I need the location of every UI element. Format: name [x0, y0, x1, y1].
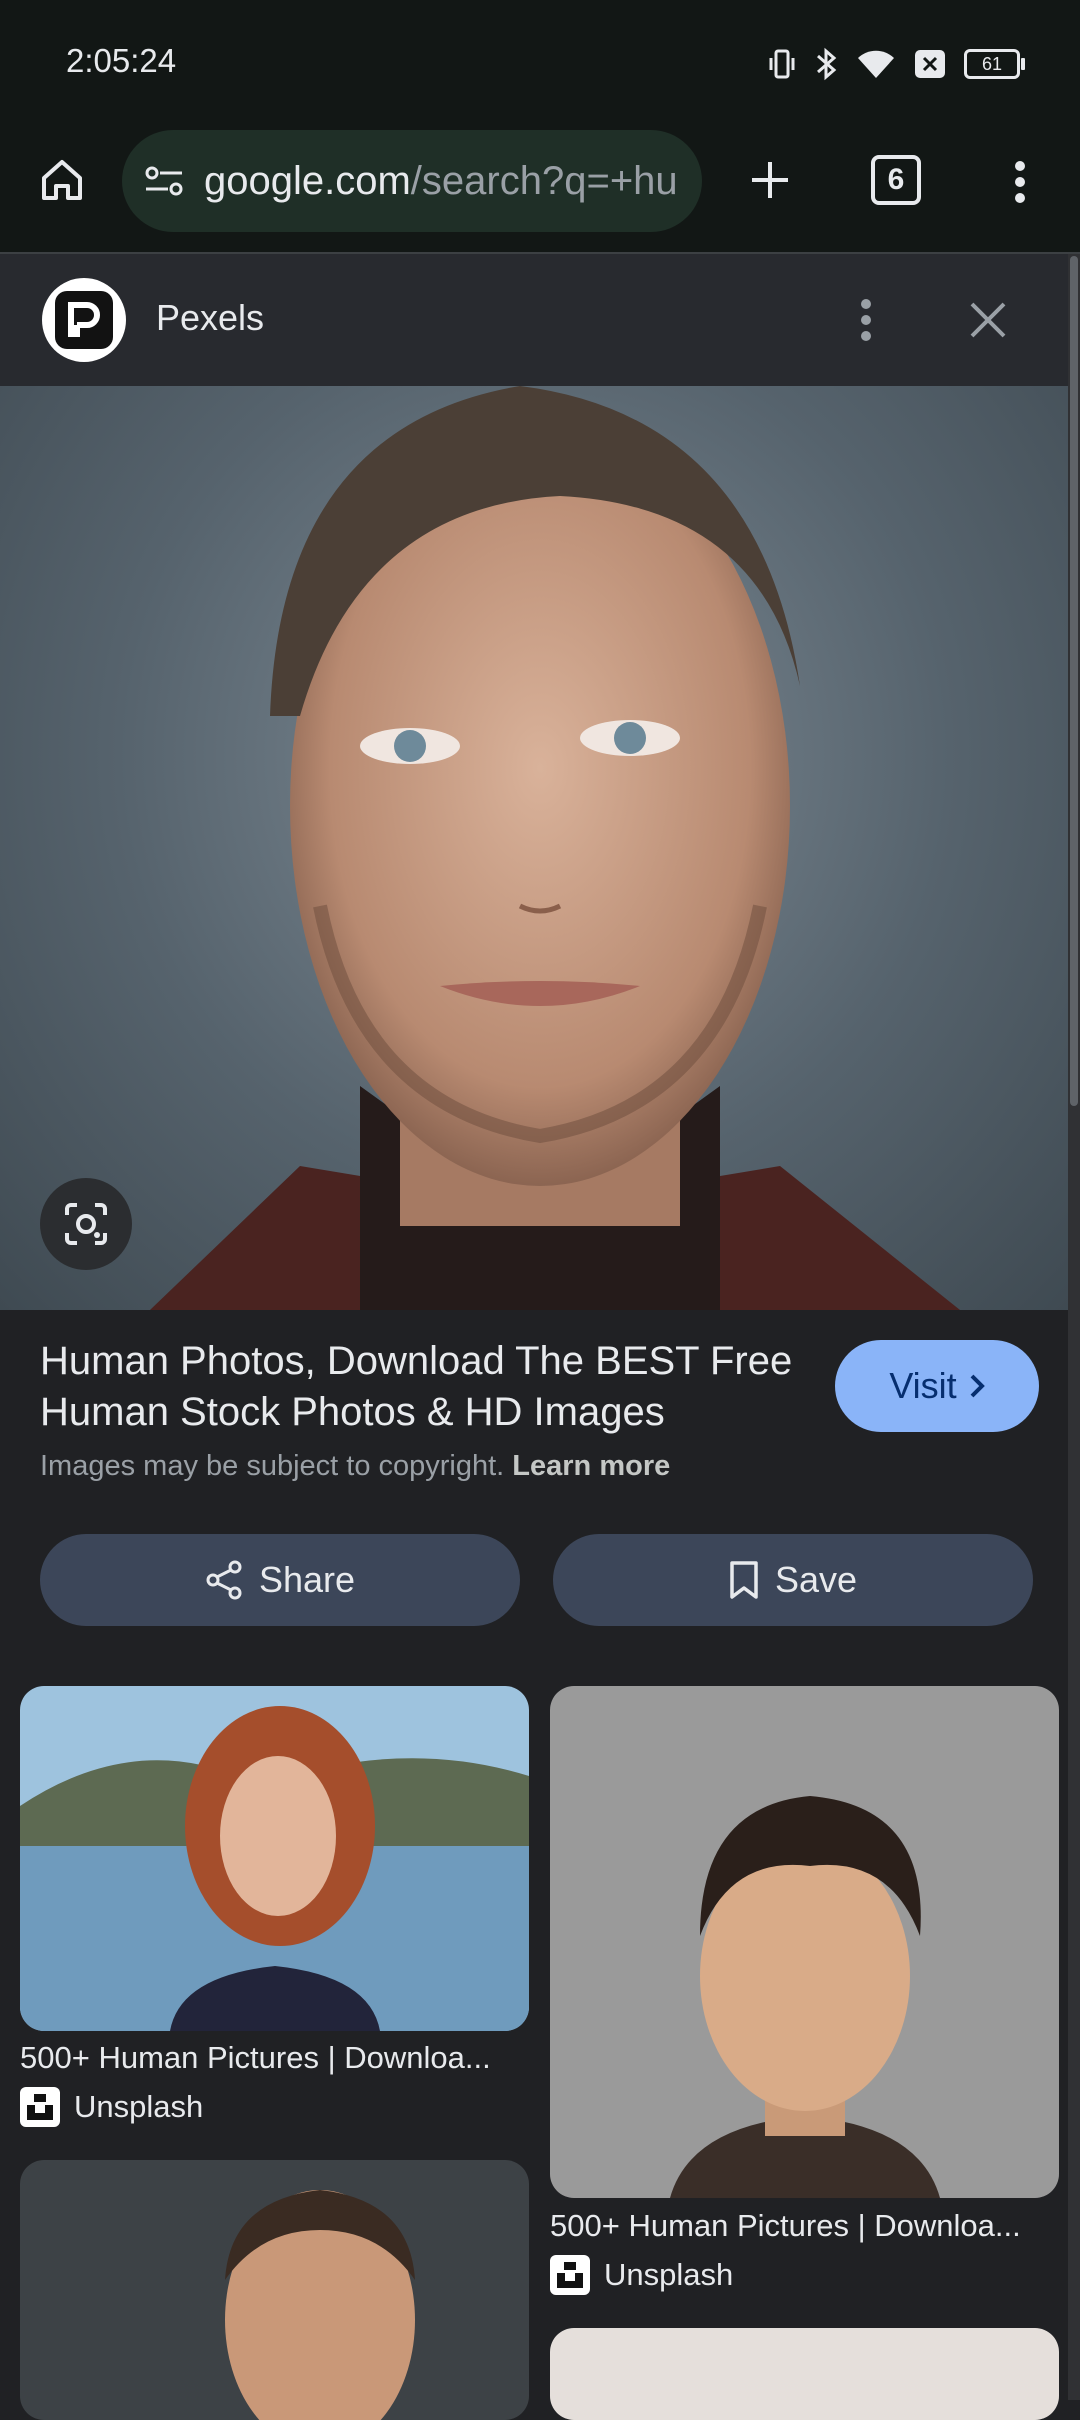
redhead-woman-photo	[20, 1686, 529, 2031]
related-source-2[interactable]: Unsplash	[550, 2255, 733, 2295]
tune-icon[interactable]	[142, 159, 186, 203]
tab-count: 6	[887, 163, 905, 196]
source-name[interactable]: Pexels	[156, 297, 264, 339]
url-bar[interactable]: google.com/search?q=+hu	[122, 130, 702, 232]
close-icon	[970, 302, 1006, 338]
related-source-name-2: Unsplash	[604, 2257, 734, 2292]
smiling-man-photo	[20, 2160, 529, 2420]
url-domain: google.com	[204, 158, 411, 203]
related-title-2[interactable]: 500+ Human Pictures | Downloa...	[550, 2208, 1060, 2244]
status-icons: 61	[768, 44, 1025, 84]
share-button[interactable]: Share	[40, 1534, 520, 1626]
home-button[interactable]	[30, 148, 94, 212]
plus-icon	[752, 162, 788, 198]
battery-level: 61	[981, 54, 1003, 74]
related-source-name-1: Unsplash	[74, 2089, 204, 2124]
result-title[interactable]: Human Photos, Download The BEST Free Hum…	[40, 1336, 800, 1438]
copyright-text: Images may be subject to copyright.	[40, 1450, 505, 1482]
tab-switcher-icon: 6	[871, 155, 921, 205]
lens-icon	[65, 1203, 107, 1245]
status-time: 2:05:24	[66, 42, 177, 79]
related-source-1[interactable]: Unsplash	[20, 2087, 203, 2127]
browser-menu-button[interactable]	[1000, 150, 1040, 214]
unsplash-icon	[20, 2087, 60, 2127]
close-button[interactable]	[960, 292, 1016, 348]
visit-button[interactable]: Visit	[835, 1340, 1039, 1432]
related-title-1[interactable]: 500+ Human Pictures | Downloa...	[20, 2040, 530, 2076]
unsplash-icon	[550, 2255, 590, 2295]
young-man-photo	[550, 1686, 1059, 2198]
new-tab-button[interactable]	[740, 148, 800, 212]
scrollbar-thumb[interactable]	[1070, 256, 1078, 1106]
source-more-button[interactable]	[848, 292, 884, 348]
more-vert-icon	[1015, 161, 1025, 203]
related-image-3[interactable]	[20, 2160, 529, 2420]
main-image[interactable]	[0, 386, 1068, 1310]
home-icon	[42, 160, 82, 200]
battery-icon: 61	[964, 49, 1025, 79]
related-image-1[interactable]	[20, 1686, 529, 2031]
pexels-logo	[42, 278, 126, 362]
google-lens-button[interactable]	[40, 1178, 132, 1270]
bluetooth-icon	[817, 47, 837, 81]
vibrate-icon	[769, 49, 795, 79]
url-text: google.com/search?q=+hu	[204, 159, 678, 204]
related-image-2[interactable]	[550, 1686, 1059, 2198]
url-path: /search?q=+hu	[410, 158, 678, 203]
bookmark-icon	[730, 1561, 758, 1599]
chevron-right-icon	[970, 1374, 985, 1398]
more-vert-icon	[861, 299, 871, 341]
related-image-4[interactable]	[550, 2328, 1059, 2420]
save-label: Save	[774, 1559, 858, 1600]
copyright-notice: Images may be subject to copyright. Lear…	[40, 1450, 670, 1483]
share-label: Share	[258, 1559, 356, 1600]
portrait-photo	[150, 386, 960, 1310]
save-button[interactable]: Save	[553, 1534, 1033, 1626]
learn-more-link[interactable]: Learn more	[512, 1450, 670, 1482]
notification-x-icon	[915, 50, 945, 78]
wifi-icon	[858, 50, 894, 78]
tab-switcher-button[interactable]: 6	[868, 152, 924, 208]
share-icon	[206, 1560, 242, 1600]
visit-label: Visit	[889, 1365, 957, 1406]
